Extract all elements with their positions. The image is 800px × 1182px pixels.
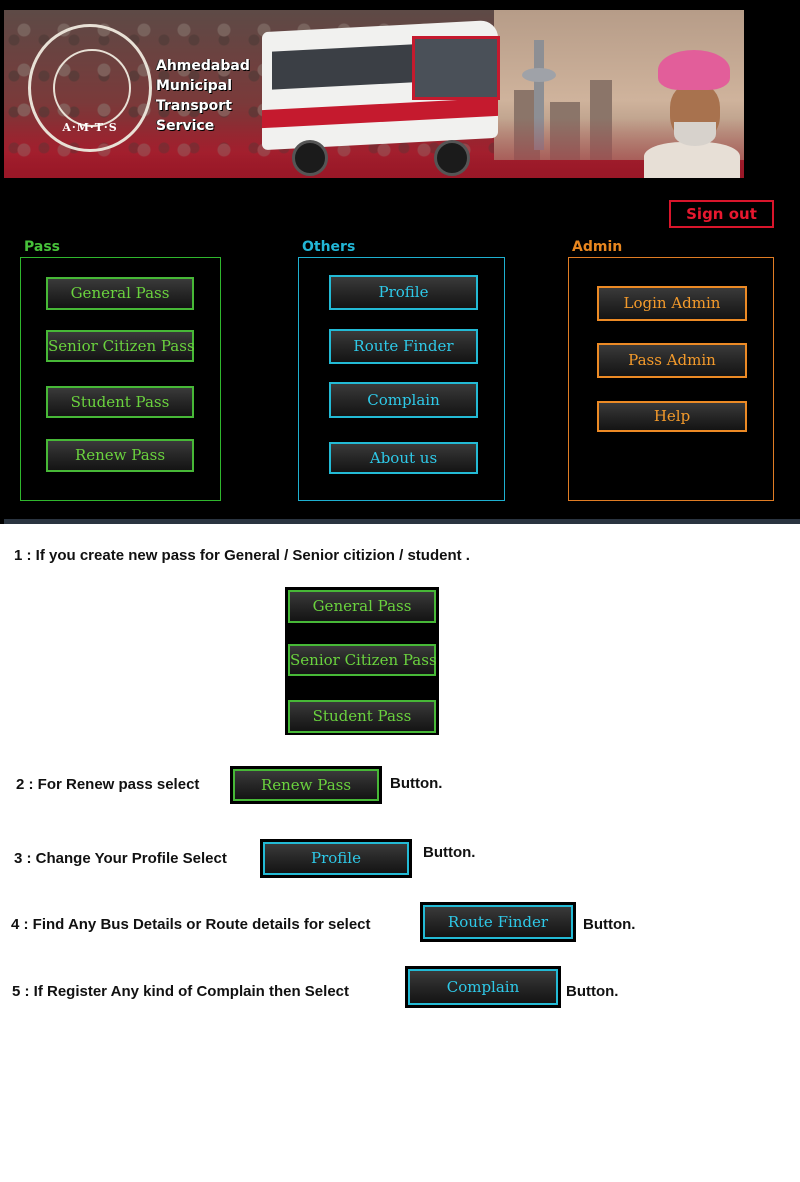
step2-button-frame: Renew Pass [230,766,382,804]
step3-text: 3 : Change Your Profile Select [14,850,227,867]
app-bottom-border [4,519,800,524]
org-name-line: Service [156,118,215,134]
admin-section-title: Admin [572,239,623,255]
example-student-pass-button[interactable]: Student Pass [288,700,436,733]
app-screenshot: A·M·T·S Ahmedabad Municipal Transport Se… [0,0,800,524]
admin-panel: Login Admin Pass Admin Help [568,257,774,501]
step4-text: 4 : Find Any Bus Details or Route detail… [11,916,371,933]
example-complain-button[interactable]: Complain [408,969,558,1005]
org-name-line: Municipal [156,78,233,94]
step5-button-frame: Complain [405,966,561,1008]
example-general-pass-button[interactable]: General Pass [288,590,436,623]
org-name-line: Transport [156,98,232,114]
about-us-button[interactable]: About us [329,442,478,474]
example-route-finder-button[interactable]: Route Finder [423,905,573,939]
step4-button-frame: Route Finder [420,902,576,942]
man-with-turban-image [640,50,744,178]
pass-admin-button[interactable]: Pass Admin [597,343,747,378]
org-name-line: Ahmedabad [156,58,250,74]
pass-section-title: Pass [24,239,60,255]
profile-button[interactable]: Profile [329,275,478,310]
step3-button-frame: Profile [260,839,412,878]
help-button[interactable]: Help [597,401,747,432]
route-finder-button[interactable]: Route Finder [329,329,478,364]
step3-suffix: Button. [423,844,476,861]
student-pass-button[interactable]: Student Pass [46,386,194,418]
pass-panel: General Pass Senior Citizen Pass Student… [20,257,221,501]
step4-suffix: Button. [583,916,636,933]
step1-text: 1 : If you create new pass for General /… [14,547,470,564]
signout-button[interactable]: Sign out [669,200,774,228]
example-renew-pass-button[interactable]: Renew Pass [233,769,379,801]
step2-text: 2 : For Renew pass select [16,776,200,793]
step2-suffix: Button. [390,775,443,792]
bus-image [262,19,500,176]
logo-text: A·M·T·S [62,121,118,134]
step5-text: 5 : If Register Any kind of Complain the… [12,983,349,1000]
others-panel: Profile Route Finder Complain About us [298,257,505,501]
renew-pass-button[interactable]: Renew Pass [46,439,194,472]
others-section-title: Others [302,239,356,255]
amts-logo: A·M·T·S [28,24,152,152]
step5-suffix: Button. [566,983,619,1000]
login-admin-button[interactable]: Login Admin [597,286,747,321]
general-pass-button[interactable]: General Pass [46,277,194,310]
step1-button-group: General Pass Senior Citizen Pass Student… [285,587,439,735]
header-banner: A·M·T·S Ahmedabad Municipal Transport Se… [4,10,744,178]
organization-name: Ahmedabad Municipal Transport Service [156,56,250,136]
example-profile-button[interactable]: Profile [263,842,409,875]
senior-citizen-pass-button[interactable]: Senior Citizen Pass [46,330,195,362]
complain-button[interactable]: Complain [329,382,478,418]
example-senior-citizen-pass-button[interactable]: Senior Citizen Pass [288,644,437,676]
